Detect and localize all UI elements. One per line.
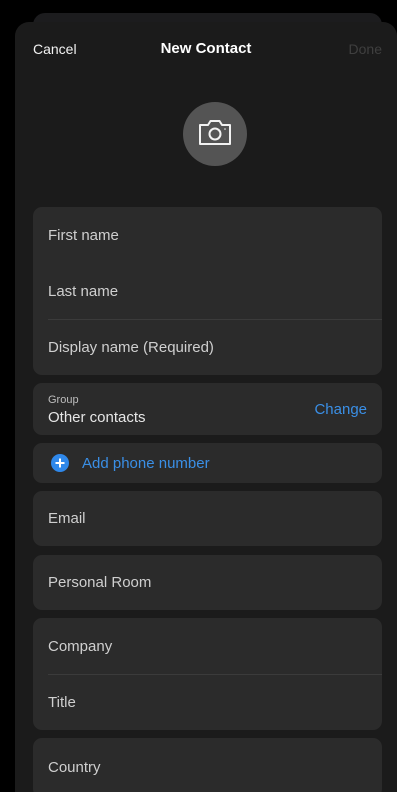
done-button[interactable]: Done bbox=[349, 41, 382, 57]
company-field[interactable]: Company bbox=[33, 618, 382, 674]
new-contact-sheet: Cancel New Contact Done First name Last … bbox=[15, 22, 397, 792]
personal-room-placeholder: Personal Room bbox=[48, 574, 152, 591]
display-name-placeholder: Display name (Required) bbox=[48, 339, 214, 356]
page-title: New Contact bbox=[160, 40, 252, 57]
display-name-field[interactable]: Display name (Required) bbox=[33, 320, 382, 375]
personal-room-field[interactable]: Personal Room bbox=[33, 555, 382, 610]
camera-icon bbox=[197, 117, 233, 152]
add-phone-number-label: Add phone number bbox=[82, 454, 210, 472]
title-field[interactable]: Title bbox=[33, 675, 382, 730]
group-row[interactable]: Group Other contacts Change bbox=[33, 383, 382, 435]
work-card: Company Title bbox=[33, 618, 382, 730]
name-fields-card: First name Last name Display name (Requi… bbox=[33, 207, 382, 375]
country-field[interactable]: Country bbox=[33, 738, 382, 792]
group-label: Group bbox=[48, 394, 79, 406]
email-field[interactable]: Email bbox=[33, 491, 382, 546]
country-card: Country bbox=[33, 738, 382, 792]
country-placeholder: Country bbox=[48, 758, 101, 776]
nav-bar: Cancel New Contact Done bbox=[15, 22, 397, 74]
add-photo-button[interactable] bbox=[183, 102, 247, 166]
add-phone-number-button[interactable]: Add phone number bbox=[33, 443, 382, 483]
first-name-placeholder: First name bbox=[48, 226, 119, 244]
first-name-field[interactable]: First name bbox=[33, 207, 382, 263]
last-name-placeholder: Last name bbox=[48, 282, 119, 300]
email-placeholder: Email bbox=[48, 510, 86, 527]
email-card: Email bbox=[33, 491, 382, 546]
change-group-button[interactable]: Change bbox=[314, 401, 367, 418]
company-placeholder: Company bbox=[48, 637, 113, 655]
title-placeholder: Title bbox=[48, 694, 76, 711]
group-value: Other contacts bbox=[48, 409, 146, 426]
last-name-field[interactable]: Last name bbox=[33, 263, 382, 319]
personal-room-card: Personal Room bbox=[33, 555, 382, 610]
plus-circle-icon bbox=[51, 454, 69, 472]
